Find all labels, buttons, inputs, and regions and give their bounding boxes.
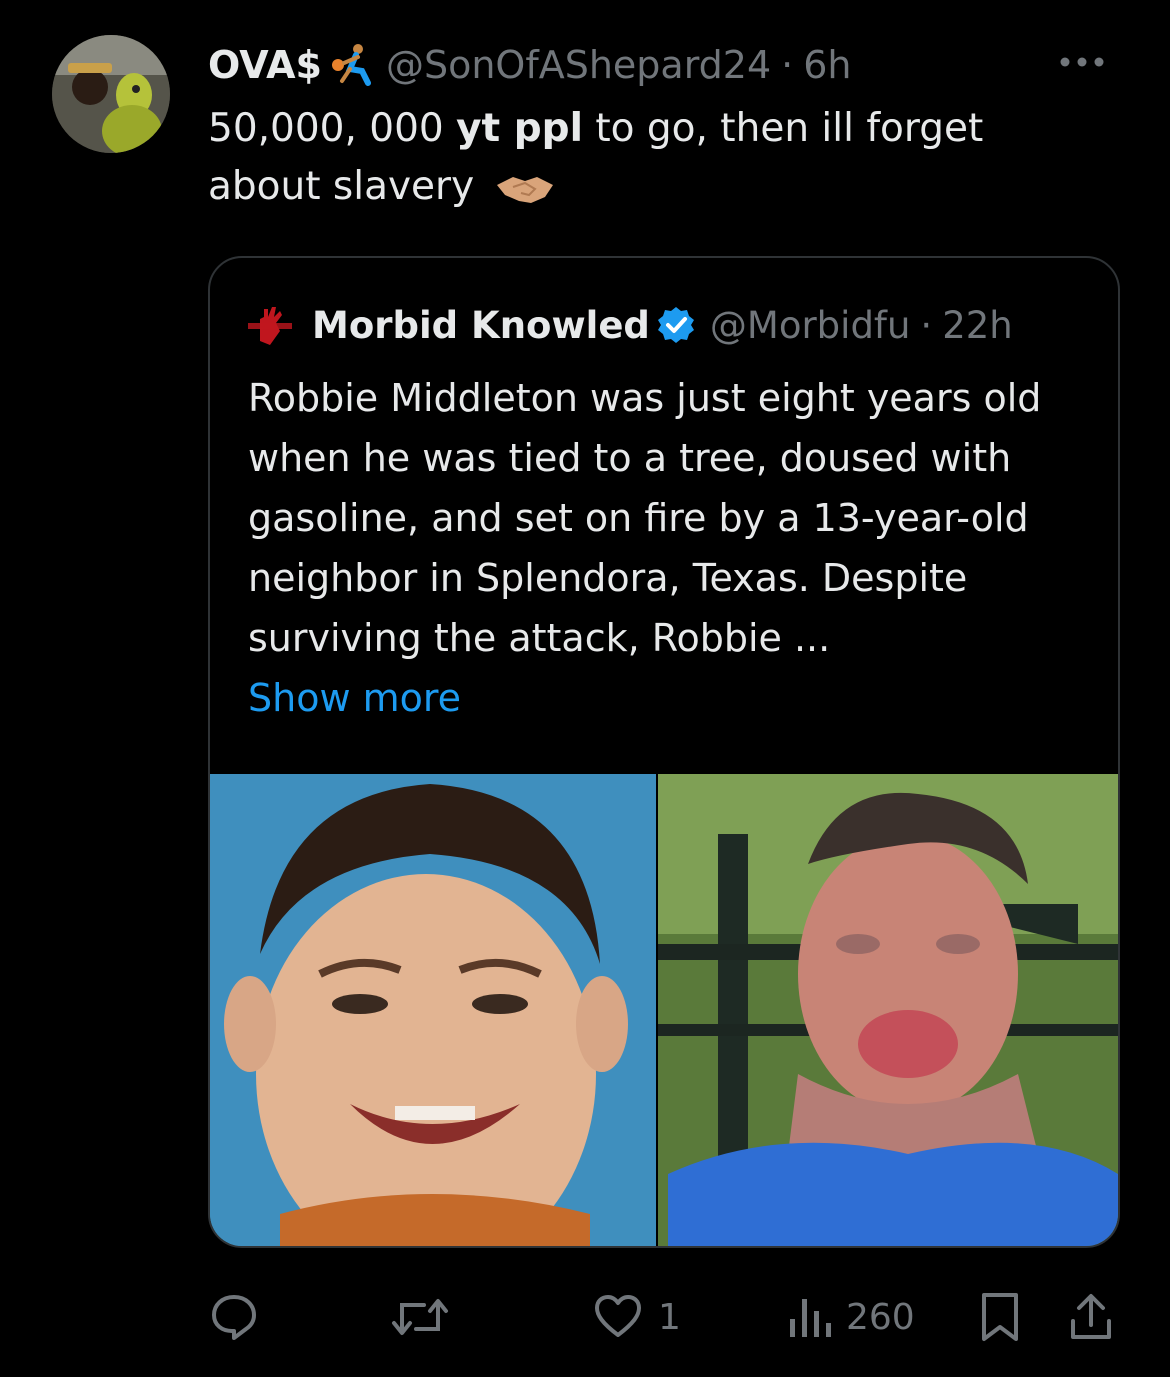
- quoted-display-name[interactable]: Morbid Knowled: [312, 304, 650, 347]
- like-icon: [592, 1291, 644, 1343]
- tweet-actions-bar: 1 260: [208, 1282, 1120, 1352]
- retweet-icon: [388, 1291, 452, 1343]
- share-icon: [1068, 1291, 1114, 1343]
- views-button[interactable]: 260: [786, 1282, 915, 1352]
- more-icon: [1059, 56, 1105, 68]
- like-button[interactable]: 1: [592, 1282, 681, 1352]
- quoted-timestamp[interactable]: 22h: [942, 304, 1013, 347]
- handshake-icon: [495, 171, 555, 207]
- quoted-handle[interactable]: @Morbidfu: [710, 304, 911, 347]
- user-avatar[interactable]: [52, 35, 170, 153]
- media-image-right[interactable]: [658, 774, 1118, 1246]
- reply-icon: [208, 1291, 260, 1343]
- bookmark-icon: [978, 1291, 1022, 1343]
- quoted-media[interactable]: [210, 774, 1118, 1246]
- quoted-text: Robbie Middleton was just eight years ol…: [248, 376, 1042, 660]
- quoted-tweet-header: Morbid Knowled @Morbidfu · 22h: [246, 298, 1088, 352]
- quoted-separator-dot: ·: [920, 303, 933, 347]
- verified-badge-icon: [656, 305, 696, 345]
- like-count: 1: [658, 1296, 681, 1338]
- quoted-avatar[interactable]: [246, 301, 294, 349]
- tweet-timestamp[interactable]: 6h: [803, 43, 851, 87]
- tweet-text: 50,000, 000 yt ppl to go, then ill forge…: [208, 100, 1108, 216]
- media-image-left[interactable]: [210, 774, 656, 1246]
- separator-dot: ·: [781, 43, 794, 87]
- quoted-tweet-card[interactable]: Morbid Knowled @Morbidfu · 22h Robbie Mi…: [208, 256, 1120, 1248]
- tweet-header: OVA$ @SonOfAShepard24 · 6h: [208, 38, 1110, 92]
- user-handle[interactable]: @SonOfAShepard24: [386, 43, 771, 87]
- quoted-tweet-text: Robbie Middleton was just eight years ol…: [248, 368, 1088, 728]
- reply-button[interactable]: [208, 1282, 274, 1352]
- views-icon: [786, 1291, 832, 1343]
- basketball-player-emoji: [328, 43, 378, 87]
- views-count: 260: [846, 1296, 915, 1338]
- display-name[interactable]: OVA$: [208, 43, 322, 87]
- retweet-button[interactable]: [388, 1282, 466, 1352]
- tweet-text-bold: yt ppl: [456, 106, 583, 151]
- bookmark-button[interactable]: [978, 1282, 1022, 1352]
- share-button[interactable]: [1068, 1282, 1114, 1352]
- show-more-link[interactable]: Show more: [248, 668, 1088, 728]
- tweet-text-part1: 50,000, 000: [208, 106, 457, 151]
- more-options-button[interactable]: [1050, 42, 1114, 82]
